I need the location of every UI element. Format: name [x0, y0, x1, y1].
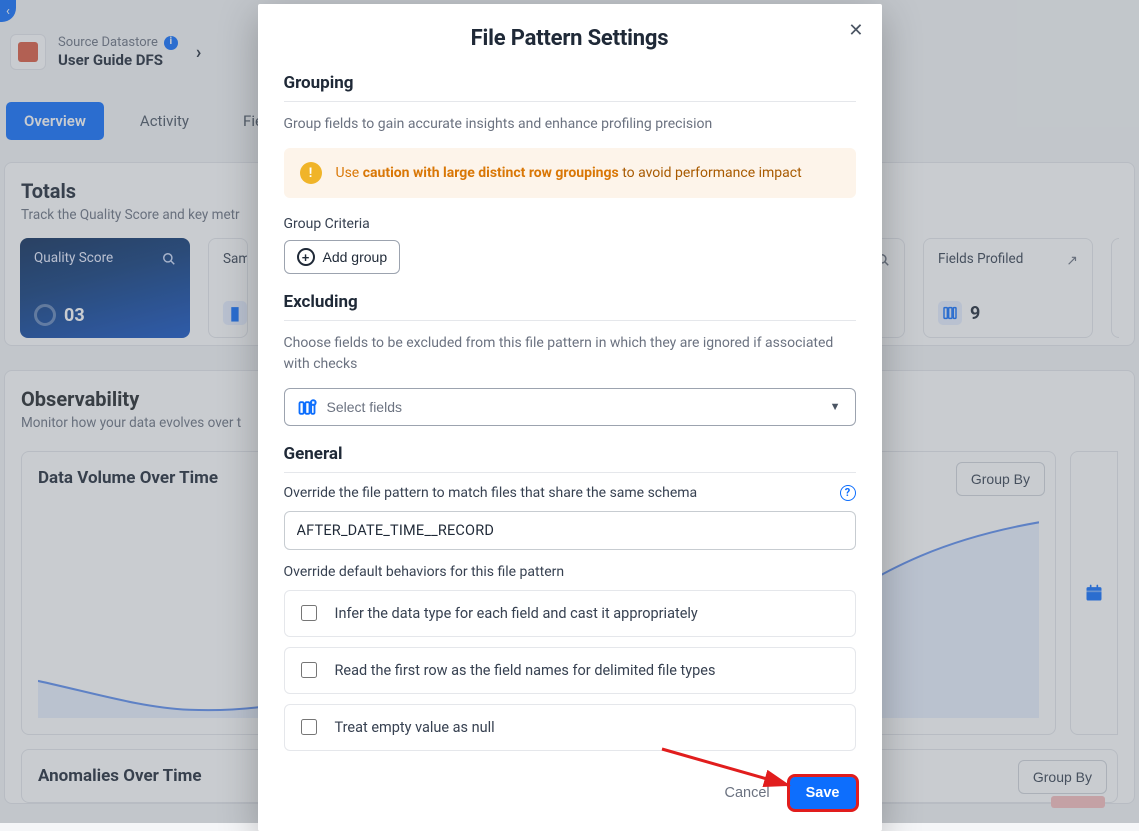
chevron-down-icon: ▼ [830, 401, 841, 413]
save-button[interactable]: Save [790, 777, 856, 809]
override-behaviors-label: Override default behaviors for this file… [284, 564, 856, 580]
override-pattern-label: Override the file pattern to match files… [284, 485, 698, 501]
empty-as-null-row[interactable]: Treat empty value as null [284, 704, 856, 751]
cancel-button[interactable]: Cancel [718, 777, 775, 809]
excluding-subtitle: Choose fields to be excluded from this f… [284, 333, 856, 374]
select-fields-dropdown[interactable]: Select fields ▼ [284, 388, 856, 426]
excluding-heading: Excluding [284, 292, 856, 321]
first-row-header-checkbox[interactable] [301, 662, 317, 678]
save-highlight: Save [790, 777, 856, 809]
general-heading: General [284, 444, 856, 473]
file-pattern-input[interactable] [284, 511, 856, 550]
add-group-button[interactable]: + Add group [284, 240, 401, 274]
first-row-header-label: Read the first row as the field names fo… [335, 662, 716, 679]
grouping-heading: Grouping [284, 73, 856, 102]
columns-icon [297, 398, 315, 416]
plus-icon: + [297, 248, 315, 266]
infer-types-row[interactable]: Infer the data type for each field and c… [284, 590, 856, 637]
empty-as-null-label: Treat empty value as null [335, 719, 495, 736]
warning-icon: ! [300, 162, 322, 184]
infer-types-checkbox[interactable] [301, 605, 317, 621]
first-row-header-row[interactable]: Read the first row as the field names fo… [284, 647, 856, 694]
grouping-warning: ! Use caution with large distinct row gr… [284, 148, 856, 198]
empty-as-null-checkbox[interactable] [301, 719, 317, 735]
help-icon[interactable]: ? [840, 485, 856, 501]
modal-title: File Pattern Settings [284, 26, 856, 51]
grouping-warning-text: Use caution with large distinct row grou… [336, 165, 802, 181]
close-icon[interactable]: ✕ [848, 20, 863, 41]
group-criteria-label: Group Criteria [284, 216, 856, 232]
add-group-label: Add group [323, 249, 388, 265]
select-fields-placeholder: Select fields [327, 399, 402, 415]
grouping-subtitle: Group fields to gain accurate insights a… [284, 114, 856, 134]
file-pattern-settings-modal: ✕ File Pattern Settings Grouping Group f… [258, 4, 882, 831]
infer-types-label: Infer the data type for each field and c… [335, 605, 698, 622]
